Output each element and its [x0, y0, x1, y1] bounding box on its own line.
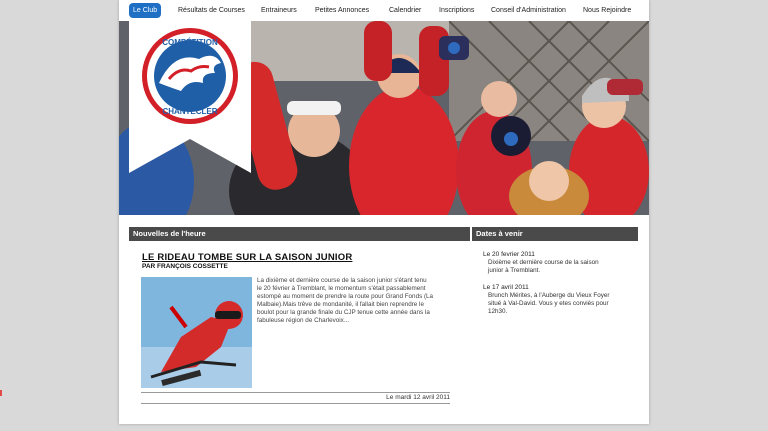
club-logo[interactable]: COMPÉTITION CHANTECLER: [129, 21, 251, 173]
upcoming-section-header: Dates à venir: [472, 227, 638, 241]
nav-item-conseil[interactable]: Conseil d'Administration: [491, 4, 566, 18]
event-description: Brunch Mérites, à l'Auberge du Vieux Foy…: [488, 292, 626, 317]
nav-item-resultats[interactable]: Résultats de Courses: [178, 4, 245, 18]
page-container: Le Club Résultats de Courses Entraineurs…: [119, 0, 649, 424]
nav-item-nous-rejoindre[interactable]: Nous Rejoindre: [583, 4, 631, 18]
article-excerpt-line: boulot pour la grande finale du CJP tenu…: [257, 309, 430, 317]
article-excerpt-line: La dixième et dernière course de la sais…: [257, 277, 427, 284]
article-date: Le mardi 12 avril 2011: [386, 394, 450, 401]
article-thumbnail[interactable]: [141, 277, 252, 388]
divider: [141, 392, 450, 393]
article-title[interactable]: LE RIDEAU TOMBE SUR LA SAISON JUNIOR: [142, 252, 352, 263]
event-date: Le 17 avril 2011: [483, 284, 529, 291]
article-excerpt-line: fabuleuse région de Charlevoix...: [257, 317, 350, 325]
article-byline: PAR FRANÇOIS COSSETTE: [142, 263, 228, 270]
edge-marker: [0, 390, 2, 396]
news-section-header: Nouvelles de l'heure: [129, 227, 470, 241]
article-excerpt-line: Malbaie).Mais trêve de mondanité, il fal…: [257, 301, 424, 309]
nav-item-entraineurs[interactable]: Entraineurs: [261, 4, 297, 18]
event-date: Le 20 fevrier 2011: [483, 251, 535, 258]
article-excerpt-line: estompé au moment de prendre la route po…: [257, 293, 434, 301]
nav-item-calendrier[interactable]: Calendrier: [389, 4, 421, 18]
event-description-line: Brunch Mérites, à l'Auberge du Vieux Foy…: [488, 292, 610, 299]
nav-item-inscriptions[interactable]: Inscriptions: [439, 4, 474, 18]
nav-item-le-club[interactable]: Le Club: [129, 3, 162, 18]
logo-text-bottom: CHANTECLER: [162, 107, 217, 116]
nav-item-petites-annonces[interactable]: Petites Annonces: [315, 4, 369, 18]
main-nav: Le Club Résultats de Courses Entraineurs…: [119, 0, 649, 20]
article-excerpt-line: le 20 février à Tremblant, le momentum s…: [257, 285, 426, 293]
event-description: Dixième et dernière course de la saison …: [488, 259, 626, 275]
event-description-line: junior à Tremblant.: [488, 267, 541, 275]
article-excerpt: La dixième et dernière course de la sais…: [257, 277, 450, 326]
event-description-line: situé à Val-David. Vous y etes conviés p…: [488, 300, 609, 308]
event-description-line: 12h30.: [488, 308, 508, 316]
logo-text-top: COMPÉTITION: [162, 38, 218, 47]
divider: [141, 403, 450, 404]
event-description-line: Dixième et dernière course de la saison: [488, 259, 599, 266]
hero-banner: COMPÉTITION CHANTECLER: [119, 21, 649, 215]
